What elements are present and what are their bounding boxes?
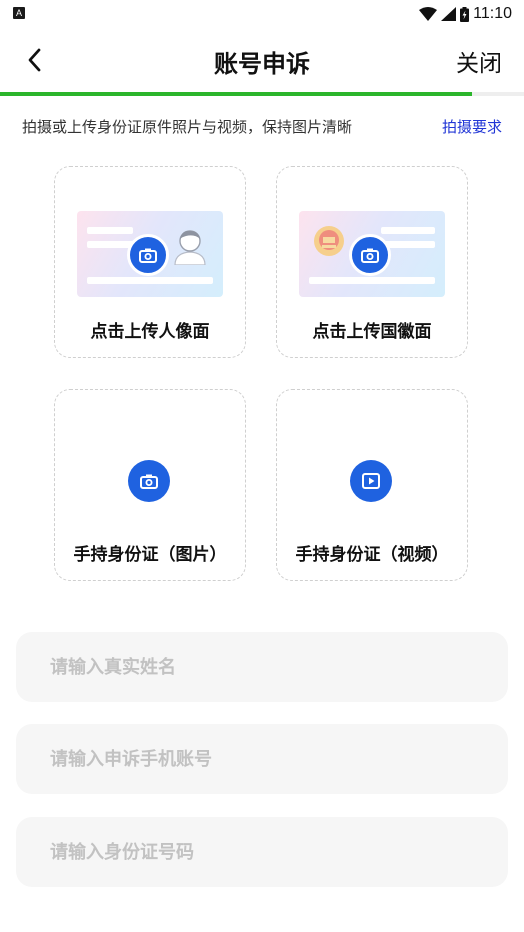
id-number-input[interactable] [16,817,508,887]
upload-handheld-video-label: 手持身份证（视频） [295,545,449,565]
upload-handheld-video-card[interactable]: 手持身份证（视频） [276,389,468,581]
wifi-icon [419,7,438,21]
progress-bar [0,92,524,96]
name-field-container [16,632,508,702]
portrait-icon [174,230,206,265]
status-icons: 11:10 [419,4,512,24]
notification-icon: A [13,7,25,19]
appeal-phone-account-input[interactable] [16,724,508,794]
id-card-front-illustration [77,211,223,297]
id-line [309,277,435,284]
battery-icon [460,6,470,22]
hint-text: 拍摄或上传身份证原件照片与视频，保持图片清晰 [22,118,353,136]
progress-bar-fill [0,92,472,96]
video-button [350,460,392,502]
clock: 11:10 [473,5,512,22]
id-line [381,227,435,234]
camera-button [128,460,170,502]
hint-row: 拍摄或上传身份证原件照片与视频，保持图片清晰 拍摄要求 [22,116,502,138]
video-play-icon [362,473,380,489]
id-number-field-container [16,817,508,887]
id-line [87,277,213,284]
page-title: 账号申诉 [214,50,310,78]
camera-icon [140,474,158,489]
status-bar: A 11:10 [0,0,524,30]
camera-icon [361,248,379,263]
signal-icon [441,7,457,21]
upload-portrait-label: 点击上传人像面 [90,322,210,342]
id-card-back-illustration [299,211,445,297]
nav-bar: 账号申诉 关闭 [0,30,524,90]
upload-emblem-card[interactable]: 点击上传国徽面 [276,166,468,358]
camera-icon [139,248,157,263]
real-name-input[interactable] [16,632,508,702]
upload-handheld-photo-card[interactable]: 手持身份证（图片） [54,389,246,581]
camera-button [349,234,391,276]
close-button[interactable]: 关闭 [456,44,502,78]
upload-emblem-label: 点击上传国徽面 [312,322,432,342]
upload-handheld-photo-label: 手持身份证（图片） [73,545,227,565]
account-field-container [16,724,508,794]
upload-portrait-card[interactable]: 点击上传人像面 [54,166,246,358]
national-emblem-icon [314,226,344,256]
id-line [87,227,133,234]
camera-button [127,234,169,276]
shooting-requirements-link[interactable]: 拍摄要求 [442,116,502,137]
